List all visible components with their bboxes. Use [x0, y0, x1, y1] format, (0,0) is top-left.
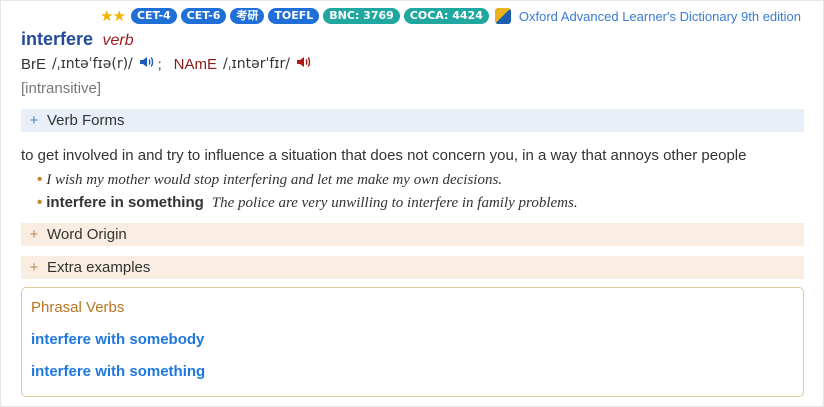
- expand-plus-icon: +: [29, 226, 39, 243]
- phrasal-verb-link[interactable]: interfere with something: [31, 363, 205, 380]
- word-origin-toggle[interactable]: + Word Origin: [21, 223, 804, 246]
- example-text: I wish my mother would stop interfering …: [46, 172, 503, 188]
- example-text: The police are very unwilling to interfe…: [211, 195, 578, 211]
- badge-coca: COCA: 4424: [403, 8, 489, 24]
- expand-plus-icon: +: [29, 259, 39, 276]
- word-origin-label: Word Origin: [47, 226, 127, 243]
- speaker-red-icon[interactable]: [296, 55, 311, 73]
- pron-separator: ;: [157, 56, 162, 72]
- pron-name-ipa: /ˌɪntərˈfɪr/: [222, 56, 290, 72]
- bullet-icon: •: [37, 194, 43, 211]
- badge-bnc: BNC: 3769: [323, 8, 400, 24]
- expand-plus-icon: +: [29, 112, 39, 129]
- pron-br-label: BrE: [21, 55, 47, 73]
- definition-text: to get involved in and try to influence …: [21, 147, 747, 164]
- frequency-stars: ★★: [100, 8, 126, 25]
- dictionary-entry-panel: ★★ CET-4 CET-6 考研 TOEFL BNC: 3769 COCA: …: [0, 0, 824, 407]
- extra-examples-label: Extra examples: [47, 259, 151, 276]
- pron-name-label: NAmE: [173, 55, 217, 73]
- phrasal-verb-link[interactable]: interfere with somebody: [31, 331, 204, 348]
- pronunciation-line: BrE /ˌɪntəˈfɪə(r)/ ; NAmE /ˌɪntərˈfɪr/: [21, 55, 311, 73]
- phrasal-verbs-title: Phrasal Verbs: [31, 299, 125, 316]
- badge-kaoyan: 考研: [230, 8, 265, 24]
- example-1: • I wish my mother would stop interfering…: [37, 171, 502, 189]
- dictionary-name: Oxford Advanced Learner's Dictionary 9th…: [518, 8, 801, 24]
- collocation: interfere in something: [46, 194, 204, 211]
- badge-toefl: TOEFL: [268, 8, 320, 24]
- badge-cet6: CET-6: [180, 8, 227, 24]
- pron-br-ipa: /ˌɪntəˈfɪə(r)/: [52, 56, 133, 72]
- verb-forms-label: Verb Forms: [47, 112, 125, 129]
- bullet-icon: •: [37, 171, 43, 188]
- grammar-label: [intransitive]: [21, 80, 102, 97]
- headword: interfere: [21, 29, 94, 49]
- extra-examples-toggle[interactable]: + Extra examples: [21, 256, 804, 279]
- phrasal-verbs-box: Phrasal Verbs interfere with somebody in…: [21, 287, 804, 397]
- headword-line: interfere verb: [21, 29, 134, 50]
- verb-forms-toggle[interactable]: + Verb Forms: [21, 109, 804, 132]
- oxford-logo-icon: [494, 8, 511, 24]
- example-2: • interfere in something The police are ve…: [37, 194, 578, 212]
- part-of-speech: verb: [102, 32, 134, 49]
- speaker-blue-icon[interactable]: [139, 55, 154, 73]
- badge-cet4: CET-4: [130, 8, 177, 24]
- entry-meta-bar: ★★ CET-4 CET-6 考研 TOEFL BNC: 3769 COCA: …: [100, 7, 801, 25]
